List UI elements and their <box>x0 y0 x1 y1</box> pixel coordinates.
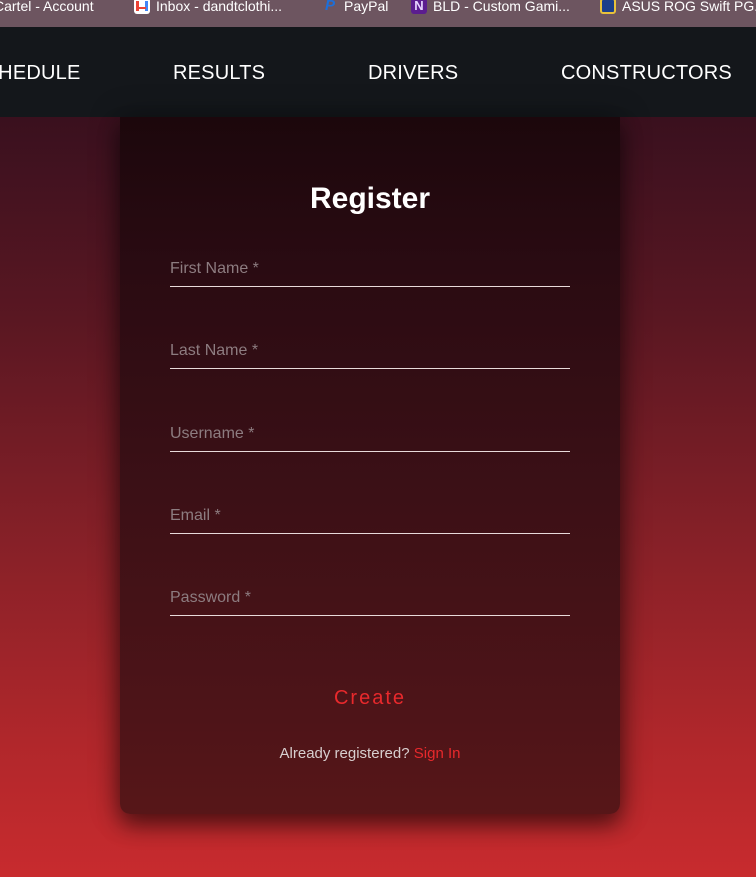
main-nav: SCHEDULE RESULTS DRIVERS CONSTRUCTORS <box>0 27 756 117</box>
password-field <box>170 580 570 616</box>
nav-drivers[interactable]: DRIVERS <box>368 61 458 85</box>
nav-results[interactable]: RESULTS <box>173 61 265 85</box>
last-name-field <box>170 333 570 369</box>
username-field <box>170 416 570 452</box>
password-input[interactable] <box>170 580 570 615</box>
signin-prompt-text: Already registered? <box>279 745 414 762</box>
bookmark-cartel[interactable]: Cartel - Account <box>0 0 94 16</box>
bookmark-paypal[interactable]: P PayPal <box>322 0 388 16</box>
bookmark-label: PayPal <box>344 0 389 14</box>
nav-constructors[interactable]: CONSTRUCTORS <box>561 61 732 85</box>
bookmark-label: ASUS ROG Swift PG... <box>622 0 756 14</box>
email-input[interactable] <box>170 498 570 533</box>
gmail-icon <box>134 0 150 14</box>
bookmark-asus[interactable]: ASUS ROG Swift PG... <box>600 0 756 16</box>
first-name-input[interactable] <box>170 251 570 286</box>
email-field <box>170 498 570 534</box>
signin-prompt: Already registered? Sign In <box>120 744 620 764</box>
bookmark-bld[interactable]: N BLD - Custom Gami... <box>411 0 570 16</box>
create-button[interactable]: Create <box>270 683 470 713</box>
bld-icon: N <box>411 0 427 14</box>
bookmark-label: Inbox - dandtclothi... <box>156 0 283 14</box>
bookmarks-bar: Cartel - Account Inbox - dandtclothi... … <box>0 0 756 27</box>
username-input[interactable] <box>170 416 570 451</box>
register-title: Register <box>309 182 431 215</box>
bookmark-label: Cartel - Account <box>0 0 94 14</box>
bookmark-label: BLD - Custom Gami... <box>433 0 570 14</box>
paypal-icon: P <box>324 0 335 14</box>
nav-schedule[interactable]: SCHEDULE <box>0 61 81 85</box>
first-name-field <box>170 251 570 287</box>
register-card: Register Create Already registered? Sign… <box>120 117 620 814</box>
bookmark-gmail-inbox[interactable]: Inbox - dandtclothi... <box>134 0 282 16</box>
sign-in-link[interactable]: Sign In <box>414 745 461 762</box>
last-name-input[interactable] <box>170 333 570 368</box>
asus-icon <box>600 0 616 14</box>
